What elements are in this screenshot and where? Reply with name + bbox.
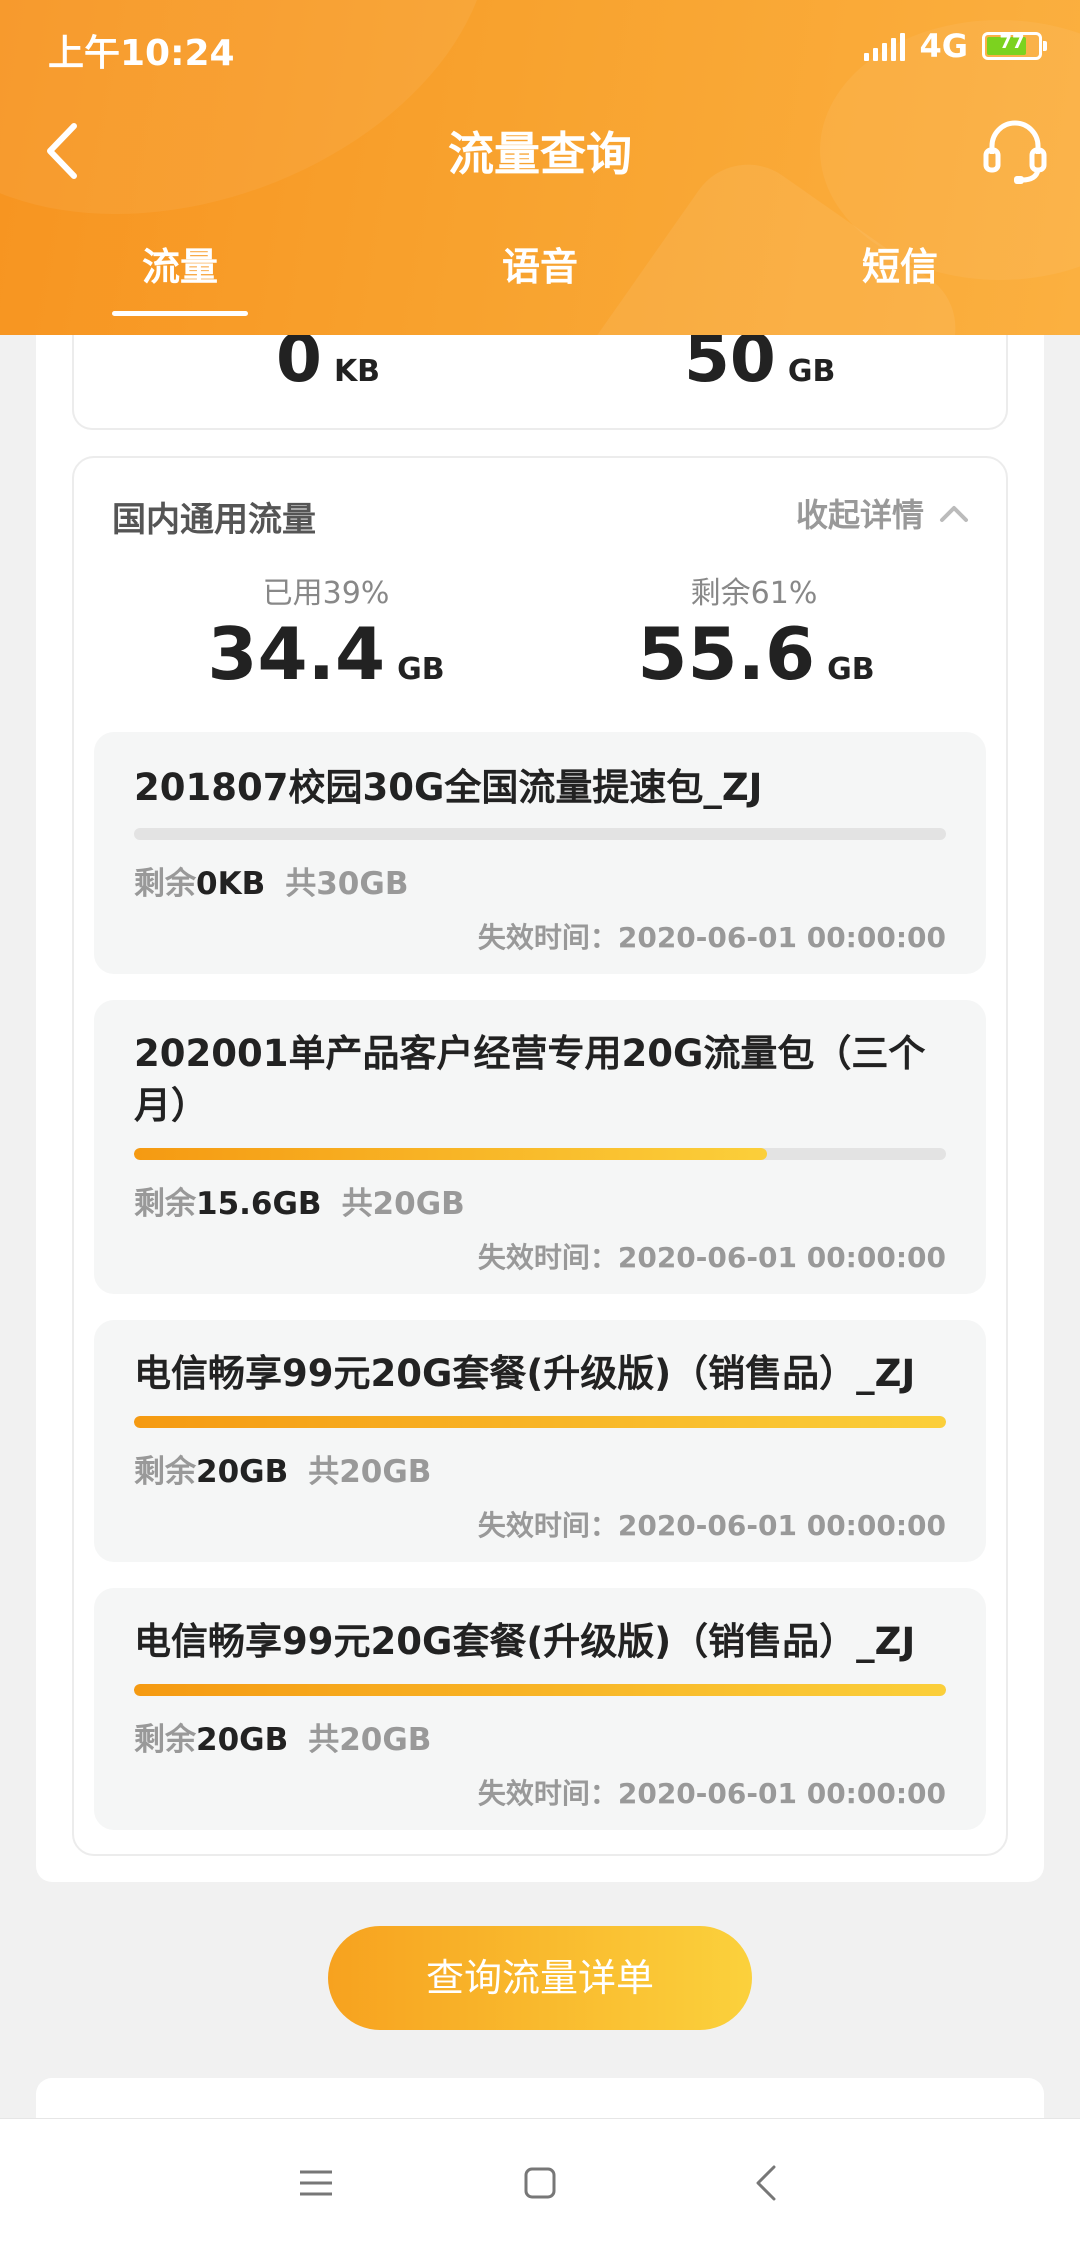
status-indicators: 4G 77: [864, 26, 1047, 66]
system-nav-bar: [0, 2118, 1080, 2249]
system-back-button[interactable]: [746, 2161, 790, 2205]
remain-prefix: 剩余: [134, 1186, 196, 1222]
package-item: 电信畅享99元20G套餐(升级版)（销售品）_ZJ 剩余20GB 共20GB 失效…: [94, 1320, 986, 1562]
remain-prefix: 剩余: [134, 1454, 196, 1490]
nav-bar: 流量查询: [0, 96, 1080, 206]
package-progress-fill: [134, 1148, 768, 1160]
summary-right-unit: GB: [787, 354, 836, 389]
package-expiry: 失效时间：2020-06-01 00:00:00: [477, 921, 946, 954]
remain-value: 55.6 GB: [556, 612, 956, 696]
query-detail-button[interactable]: 查询流量详单: [328, 1926, 752, 2030]
section-title: 国内通用流量: [112, 500, 316, 540]
package-remaining: 剩余20GB 共20GB: [134, 1714, 431, 1759]
tab-bar: 流量 语音 短信: [0, 236, 1080, 316]
remain-prefix: 剩余: [134, 1722, 196, 1758]
tab-sms[interactable]: 短信: [720, 236, 1080, 316]
remain-amount: 0KB: [196, 866, 266, 902]
package-expiry: 失效时间：2020-06-01 00:00:00: [477, 1241, 946, 1274]
used-label: 已用39%: [262, 576, 390, 611]
package-name: 电信畅享99元20G套餐(升级版)（销售品）_ZJ: [134, 1620, 916, 1663]
total-amount: 共20GB: [341, 1186, 465, 1222]
remain-label: 剩余61%: [690, 576, 818, 611]
status-bar: 上午10:24 4G 77: [0, 0, 1080, 96]
remain-amount: 20GB: [196, 1722, 289, 1758]
package-name: 电信畅享99元20G套餐(升级版)（销售品）_ZJ: [134, 1352, 916, 1395]
battery-level: 77: [999, 32, 1025, 53]
package-progress-bar: [134, 1684, 946, 1696]
summary-left-unit: KB: [333, 354, 381, 389]
page-title: 流量查询: [448, 127, 632, 181]
remain-amount: 20GB: [196, 1454, 289, 1490]
package-item: 202001单产品客户经营专用20G流量包（三个月） 剩余15.6GB 共20GB…: [94, 1000, 986, 1294]
headset-icon: [983, 120, 1047, 184]
package-progress-bar: [134, 1148, 946, 1160]
package-expiry: 失效时间：2020-06-01 00:00:00: [477, 1509, 946, 1542]
package-remaining: 剩余15.6GB 共20GB: [134, 1178, 465, 1223]
total-amount: 共20GB: [308, 1722, 432, 1758]
package-progress-fill: [134, 1416, 946, 1428]
package-expiry: 失效时间：2020-06-01 00:00:00: [477, 1777, 946, 1810]
menu-icon: [300, 2170, 332, 2196]
tab-data[interactable]: 流量: [0, 236, 360, 316]
tab-voice[interactable]: 语音: [360, 236, 720, 316]
package-name: 202001单产品客户经营专用20G流量包（三个月）: [134, 1032, 926, 1127]
home-square-icon: [524, 2167, 556, 2199]
chevron-up-icon: [940, 506, 968, 522]
package-progress-bar: [134, 828, 946, 840]
network-type: 4G: [919, 27, 968, 65]
remain-number: 55.6: [637, 612, 816, 696]
package-remaining: 剩余0KB 共30GB: [134, 858, 408, 903]
total-amount: 共30GB: [285, 866, 409, 902]
package-item: 电信畅享99元20G套餐(升级版)（销售品）_ZJ 剩余20GB 共20GB 失效…: [94, 1588, 986, 1830]
used-unit: GB: [397, 652, 445, 687]
remain-amount: 15.6GB: [196, 1186, 322, 1222]
package-name: 201807校园30G全国流量提速包_ZJ: [134, 766, 763, 809]
menu-button[interactable]: [294, 2161, 338, 2205]
package-progress-bar: [134, 1416, 946, 1428]
remain-prefix: 剩余: [134, 866, 196, 902]
total-amount: 共20GB: [308, 1454, 432, 1490]
collapse-label: 收起详情: [795, 496, 924, 534]
package-progress-fill: [134, 1684, 946, 1696]
remain-unit: GB: [827, 652, 875, 687]
used-number: 34.4: [207, 612, 386, 696]
signal-icon: [864, 31, 906, 61]
collapse-details-button[interactable]: 收起详情: [796, 490, 970, 536]
customer-service-button[interactable]: [980, 116, 1050, 186]
home-button[interactable]: [518, 2161, 562, 2205]
battery-icon: 77: [982, 32, 1047, 60]
package-item: 201807校园30G全国流量提速包_ZJ 剩余0KB 共30GB 失效时间：20…: [94, 732, 986, 974]
app-header: 上午10:24 4G 77 流量查询 流量 语音 短信: [0, 0, 1080, 335]
status-time: 上午10:24: [48, 33, 235, 74]
used-value: 34.4 GB: [126, 612, 526, 696]
package-remaining: 剩余20GB 共20GB: [134, 1446, 431, 1491]
back-triangle-icon: [756, 2165, 776, 2201]
